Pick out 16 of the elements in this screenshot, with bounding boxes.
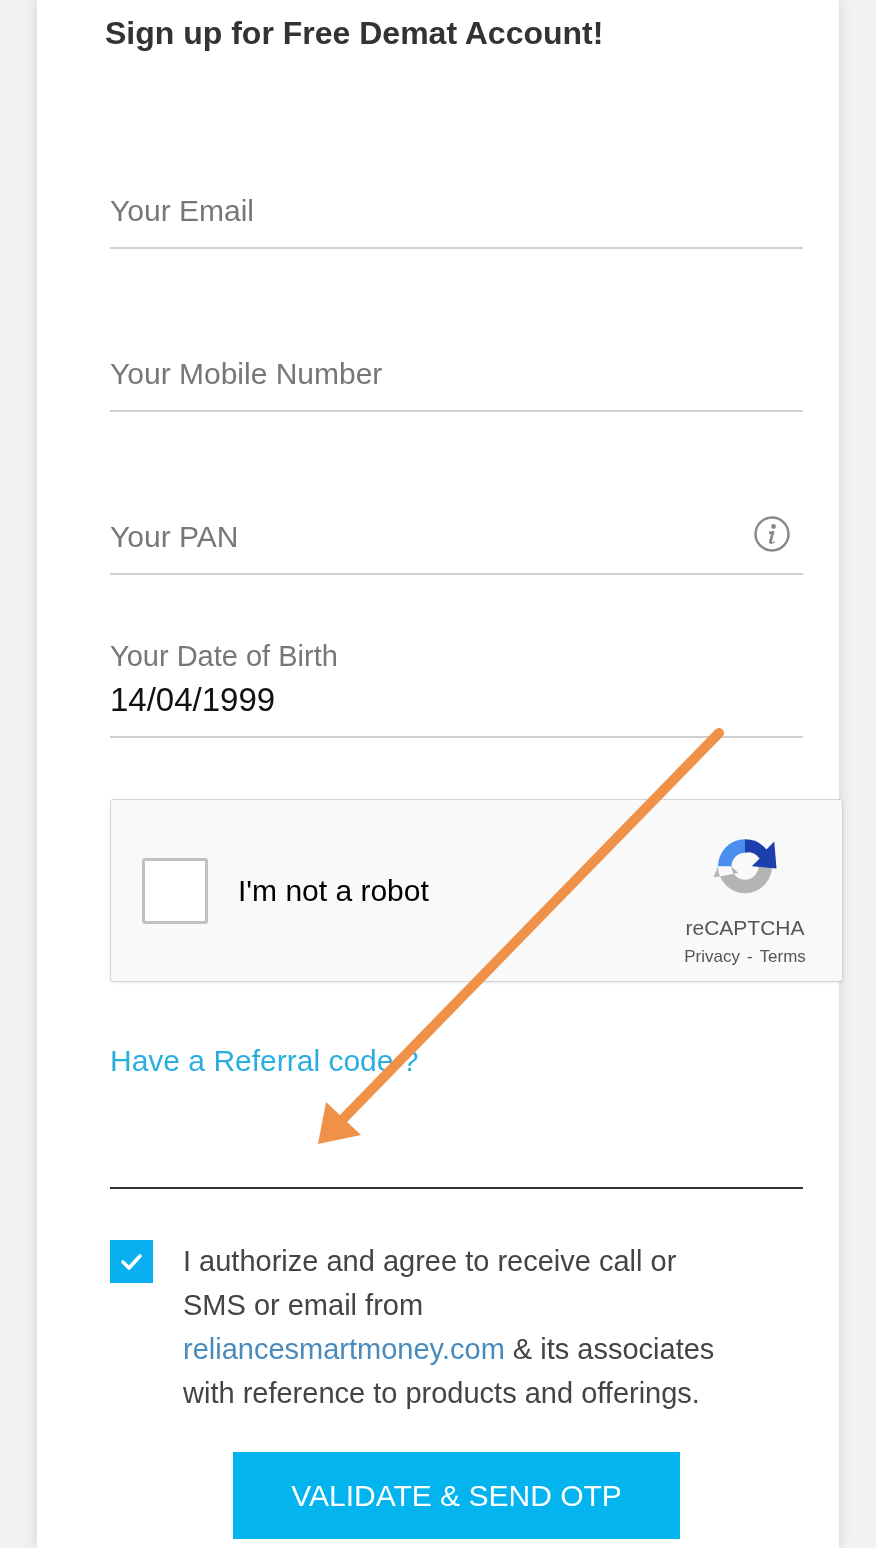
link-separator: - [746,946,753,968]
info-icon[interactable] [754,516,790,552]
captcha-checkbox[interactable] [142,857,208,924]
input-field[interactable]: Your PAN [110,475,803,575]
privacy-link[interactable]: Privacy [684,946,740,968]
validate-send-otp-button[interactable]: VALIDATE & SEND OTP [233,1452,680,1539]
captcha-label: I'm not a robot [238,873,429,908]
website-link[interactable]: reliancesmartmoney.com [183,1333,505,1365]
input-field[interactable]: Your Mobile Number [110,312,803,412]
consent-text: I authorize and agree to receive call or SMS or email from reliancesmartmoney.com & its associates with reference to products and offerings. [183,1244,716,1411]
form-title: Sign up for Free Demat Account! [105,14,604,53]
input-field[interactable]: Your Date of Birth 14/04/1999 [110,638,803,738]
terms-link[interactable]: Terms [759,946,806,968]
consent-checkbox[interactable] [110,1240,153,1283]
captcha-brand: reCAPTCHA [685,915,805,941]
input-field[interactable]: Your Email [110,149,803,249]
